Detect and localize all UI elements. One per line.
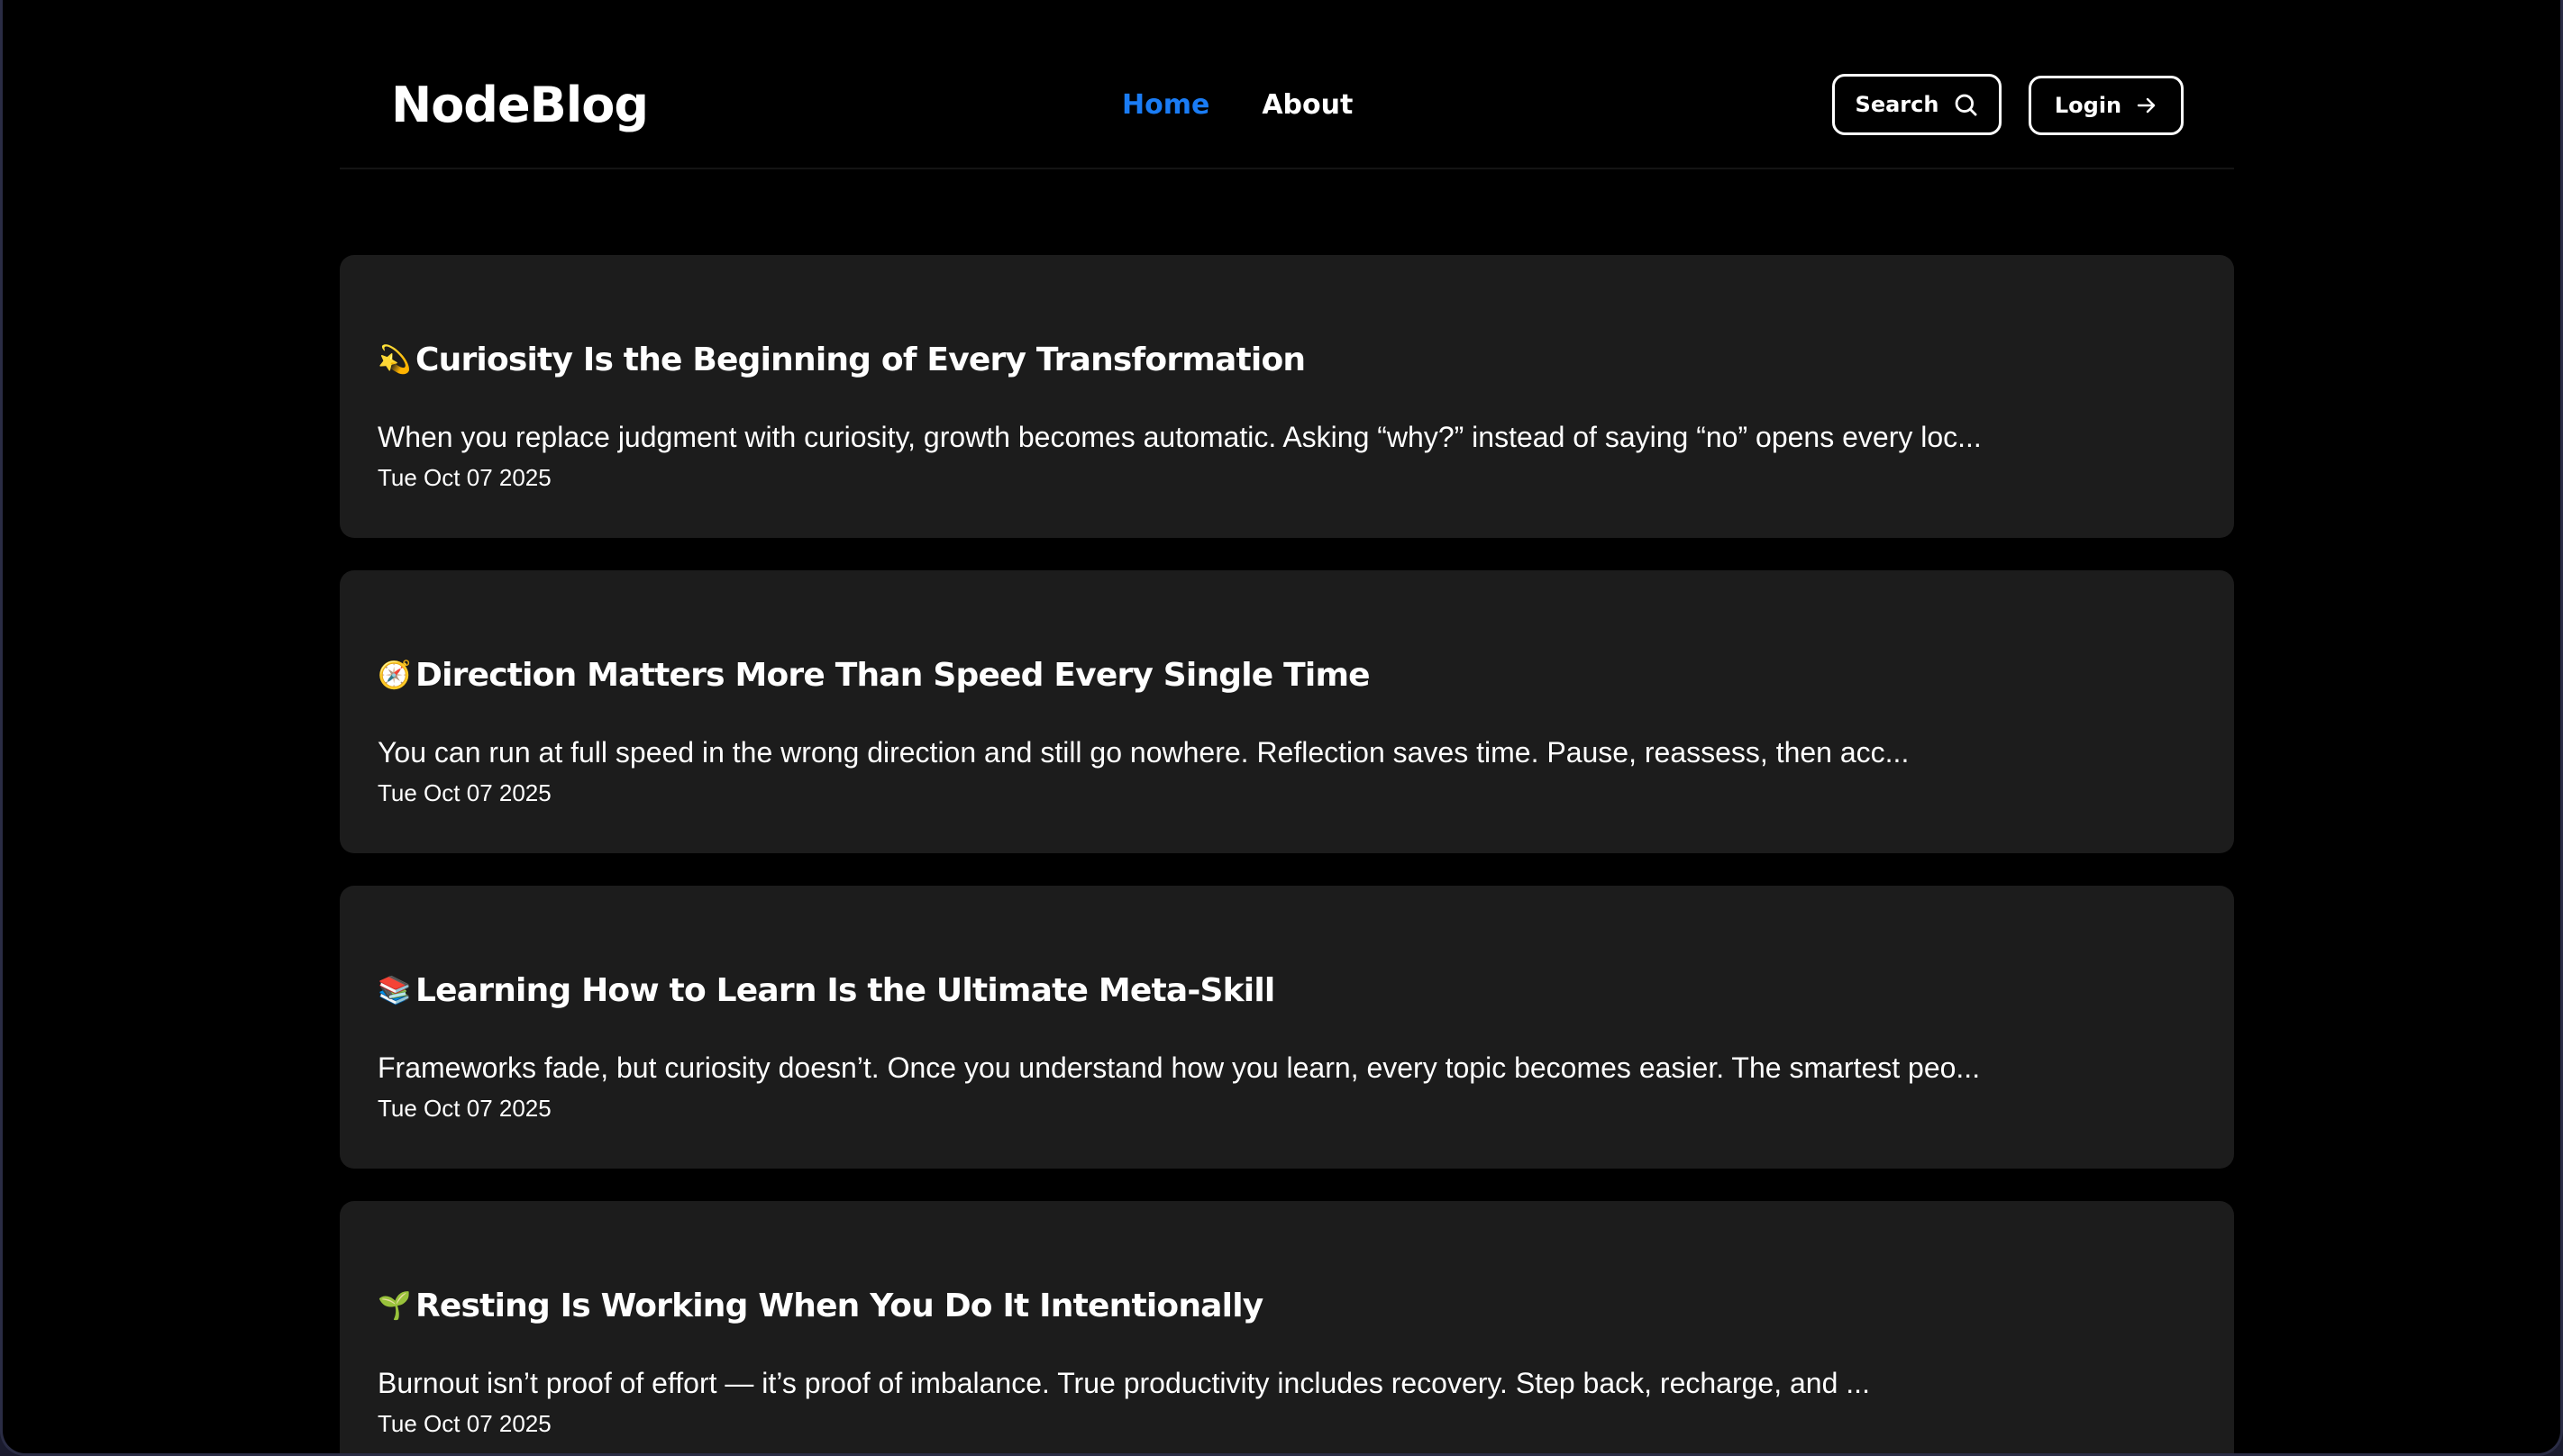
post-title-text: Curiosity Is the Beginning of Every Tran… [415,341,1306,378]
post-excerpt: When you replace judgment with curiosity… [378,421,1982,453]
post-card[interactable]: 📚 Learning How to Learn Is the Ultimate … [340,886,2234,1169]
post-card[interactable]: 💫 Curiosity Is the Beginning of Every Tr… [340,255,2234,538]
post-excerpt: You can run at full speed in the wrong d… [378,736,1910,769]
browser-frame: NodeBlog Home About Search Login 💫 Curio… [0,0,2563,1456]
post-date: Tue Oct 07 2025 [378,1095,552,1122]
post-title-text: Direction Matters More Than Speed Every … [415,656,1371,694]
search-button[interactable]: Search [1832,74,2002,135]
main-nav: Home About [1122,86,1353,124]
nav-link-home[interactable]: Home [1122,86,1209,124]
post-excerpt: Burnout isn’t proof of effort — it’s pro… [378,1367,1870,1399]
post-list: 💫 Curiosity Is the Beginning of Every Tr… [340,255,2234,1453]
login-button-label: Login [2054,93,2122,118]
post-date: Tue Oct 07 2025 [378,464,552,491]
post-title[interactable]: 🧭 Direction Matters More Than Speed Ever… [378,653,1371,698]
post-excerpt: Frameworks fade, but curiosity doesn’t. … [378,1051,1981,1084]
site-logo[interactable]: NodeBlog [391,74,649,137]
seedling-icon: 🌱 [378,1289,411,1322]
login-button[interactable]: Login [2029,76,2184,135]
post-date: Tue Oct 07 2025 [378,1410,552,1437]
arrow-right-icon [2137,97,2156,114]
site-header: NodeBlog Home About Search Login [340,0,2234,169]
search-icon [1956,94,1977,116]
nav-link-about[interactable]: About [1262,86,1353,124]
post-title[interactable]: 📚 Learning How to Learn Is the Ultimate … [378,969,1275,1014]
dizzy-star-icon: 💫 [378,343,411,376]
post-title[interactable]: 💫 Curiosity Is the Beginning of Every Tr… [378,338,1306,383]
post-card[interactable]: 🧭 Direction Matters More Than Speed Ever… [340,570,2234,853]
post-date: Tue Oct 07 2025 [378,779,552,806]
compass-icon: 🧭 [378,659,411,691]
search-button-label: Search [1855,92,1939,117]
books-icon: 📚 [378,974,411,1006]
post-title-text: Learning How to Learn Is the Ultimate Me… [415,971,1275,1009]
post-card[interactable]: 🌱 Resting Is Working When You Do It Inte… [340,1201,2234,1453]
post-title-text: Resting Is Working When You Do It Intent… [415,1287,1263,1324]
post-title[interactable]: 🌱 Resting Is Working When You Do It Inte… [378,1284,1263,1329]
